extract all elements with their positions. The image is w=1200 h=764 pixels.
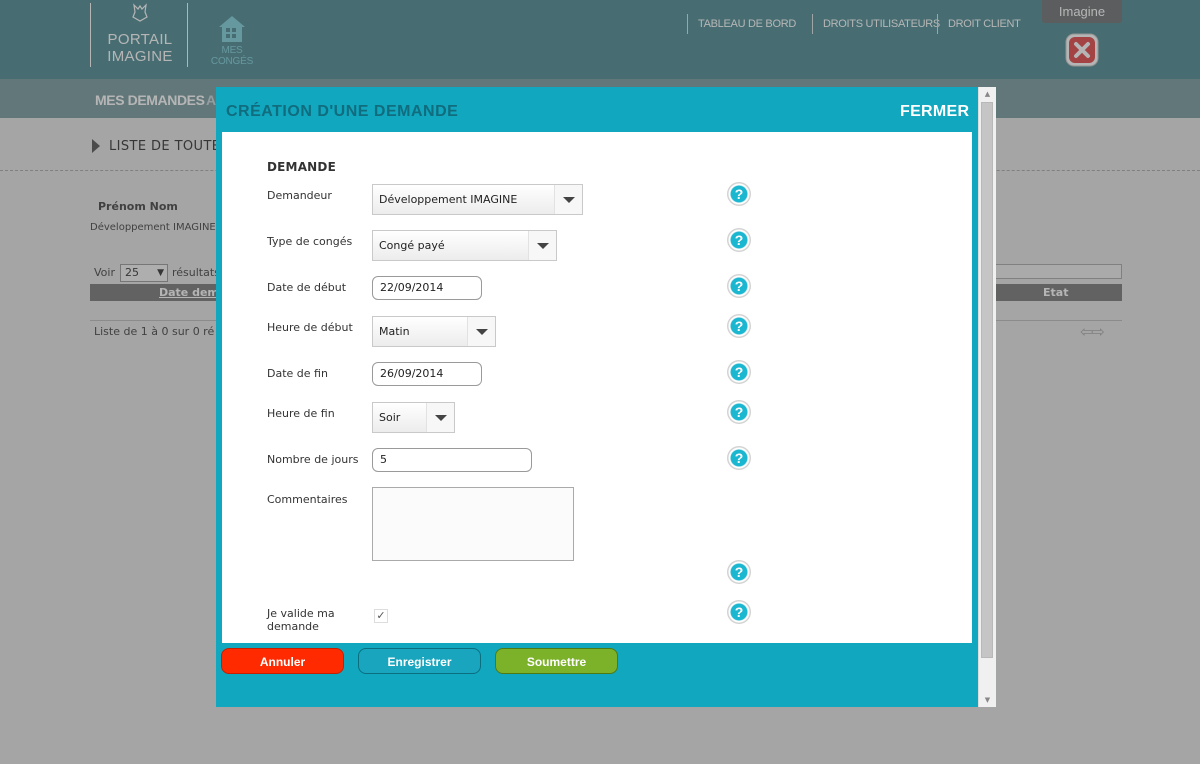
close-button[interactable]: FERMER <box>900 103 969 121</box>
scroll-thumb[interactable] <box>981 102 993 658</box>
help-heure-debut-icon[interactable]: ? <box>727 314 751 338</box>
demandeur-select[interactable]: Développement IMAGINE <box>372 184 583 215</box>
help-nombre-jours-icon[interactable]: ? <box>727 446 751 470</box>
commentaires-textarea[interactable] <box>372 487 574 561</box>
section-title: DEMANDE <box>267 160 336 174</box>
type-conges-value: Congé payé <box>379 239 445 252</box>
chevron-down-icon <box>467 317 495 346</box>
modal-form: DEMANDE Demandeur Développement IMAGINE … <box>222 132 972 643</box>
heure-debut-select[interactable]: Matin <box>372 316 496 347</box>
heure-fin-label: Heure de fin <box>267 407 335 420</box>
nombre-jours-label: Nombre de jours <box>267 453 359 466</box>
scroll-up-icon[interactable]: ▲ <box>979 87 996 101</box>
modal-title: CRÉATION D'UNE DEMANDE <box>226 103 459 120</box>
help-commentaires-icon[interactable]: ? <box>727 560 751 584</box>
type-conges-label: Type de congés <box>267 235 353 248</box>
valide-label: Je valide ma demande <box>267 607 335 633</box>
heure-debut-value: Matin <box>379 325 410 338</box>
scroll-down-icon[interactable]: ▼ <box>979 693 996 707</box>
commentaires-label: Commentaires <box>267 493 348 506</box>
help-date-fin-icon[interactable]: ? <box>727 360 751 384</box>
date-debut-input[interactable]: 22/09/2014 <box>372 276 482 300</box>
save-button[interactable]: Enregistrer <box>358 648 481 674</box>
create-request-modal: CRÉATION D'UNE DEMANDE FERMER DEMANDE De… <box>216 87 996 707</box>
chevron-down-icon <box>528 231 556 260</box>
type-conges-select[interactable]: Congé payé <box>372 230 557 261</box>
help-date-debut-icon[interactable]: ? <box>727 274 751 298</box>
help-demandeur-icon[interactable]: ? <box>727 182 751 206</box>
heure-fin-select[interactable]: Soir <box>372 402 455 433</box>
demandeur-value: Développement IMAGINE <box>379 193 518 206</box>
valide-checkbox[interactable]: ✓ <box>374 609 388 623</box>
heure-debut-label: Heure de début <box>267 321 353 334</box>
date-debut-label: Date de début <box>267 281 347 294</box>
heure-fin-value: Soir <box>379 411 401 424</box>
help-valide-icon[interactable]: ? <box>727 600 751 624</box>
date-fin-input[interactable]: 26/09/2014 <box>372 362 482 386</box>
nombre-jours-input[interactable]: 5 <box>372 448 532 472</box>
demandeur-label: Demandeur <box>267 189 332 202</box>
help-heure-fin-icon[interactable]: ? <box>727 400 751 424</box>
submit-button[interactable]: Soumettre <box>495 648 618 674</box>
modal-scrollbar[interactable]: ▲ ▼ <box>978 87 996 707</box>
chevron-down-icon <box>554 185 582 214</box>
chevron-down-icon <box>426 403 454 432</box>
help-type-icon[interactable]: ? <box>727 228 751 252</box>
date-fin-label: Date de fin <box>267 367 328 380</box>
cancel-button[interactable]: Annuler <box>221 648 344 674</box>
